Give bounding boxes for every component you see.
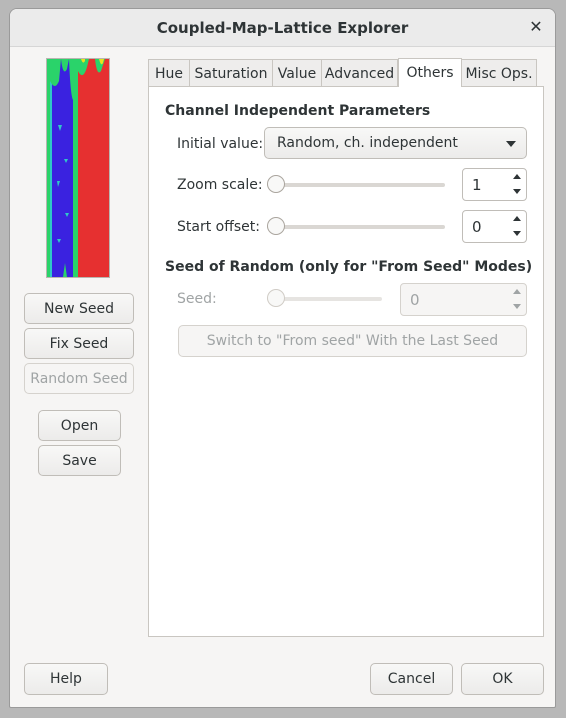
tab-hue[interactable]: Hue: [148, 59, 190, 87]
tab-advanced[interactable]: Advanced: [321, 59, 398, 87]
tab-panel-others: Channel Independent Parameters Initial v…: [148, 86, 544, 637]
random-seed-button[interactable]: Random Seed: [24, 363, 134, 394]
open-button[interactable]: Open: [38, 410, 121, 441]
dialog-window: Coupled-Map-Lattice Explorer ✕ New Seed: [9, 8, 556, 708]
start-offset-label: Start offset:: [177, 219, 260, 235]
increment-icon[interactable]: [508, 284, 526, 300]
start-offset-spinbutton[interactable]: 0: [462, 210, 527, 243]
zoom-scale-spinbutton[interactable]: 1: [462, 168, 527, 201]
start-offset-slider[interactable]: [267, 217, 445, 237]
tab-saturation[interactable]: Saturation: [189, 59, 273, 87]
new-seed-button[interactable]: New Seed: [24, 293, 134, 324]
slider-trough: [267, 183, 445, 187]
slider-trough: [267, 225, 445, 229]
cancel-button[interactable]: Cancel: [370, 663, 453, 695]
tab-others[interactable]: Others: [398, 58, 462, 87]
help-button[interactable]: Help: [24, 663, 108, 695]
seed-spinbutton[interactable]: 0: [400, 283, 527, 316]
increment-icon[interactable]: [508, 169, 526, 185]
start-offset-value[interactable]: 0: [472, 218, 482, 236]
tab-misc-ops[interactable]: Misc Ops.: [461, 59, 537, 87]
slider-handle[interactable]: [267, 289, 285, 307]
channel-independent-heading: Channel Independent Parameters: [165, 103, 431, 119]
ok-button[interactable]: OK: [461, 663, 544, 695]
decrement-icon[interactable]: [508, 299, 526, 315]
window-title: Coupled-Map-Lattice Explorer: [156, 19, 409, 37]
decrement-icon[interactable]: [508, 226, 526, 242]
seed-value[interactable]: 0: [410, 291, 420, 309]
slider-handle[interactable]: [267, 217, 285, 235]
tab-value[interactable]: Value: [272, 59, 322, 87]
close-icon[interactable]: ✕: [527, 18, 545, 36]
seed-label: Seed:: [177, 291, 217, 307]
zoom-scale-value[interactable]: 1: [472, 176, 482, 194]
preview-pattern: [47, 59, 109, 277]
decrement-icon[interactable]: [508, 184, 526, 200]
increment-icon[interactable]: [508, 211, 526, 227]
title-bar: Coupled-Map-Lattice Explorer ✕: [10, 9, 555, 47]
zoom-scale-label: Zoom scale:: [177, 177, 263, 193]
initial-value-selected: Random, ch. independent: [277, 135, 458, 151]
switch-from-seed-button[interactable]: Switch to "From seed" With the Last Seed: [178, 325, 527, 357]
slider-handle[interactable]: [267, 175, 285, 193]
save-button[interactable]: Save: [38, 445, 121, 476]
chevron-down-icon: [506, 141, 516, 147]
seed-slider[interactable]: [267, 289, 382, 309]
zoom-scale-slider[interactable]: [267, 175, 445, 195]
preview-image: [46, 58, 110, 278]
initial-value-label: Initial value:: [177, 136, 264, 152]
initial-value-dropdown[interactable]: Random, ch. independent: [264, 127, 527, 159]
fix-seed-button[interactable]: Fix Seed: [24, 328, 134, 359]
seed-of-random-heading: Seed of Random (only for "From Seed" Mod…: [165, 259, 533, 275]
